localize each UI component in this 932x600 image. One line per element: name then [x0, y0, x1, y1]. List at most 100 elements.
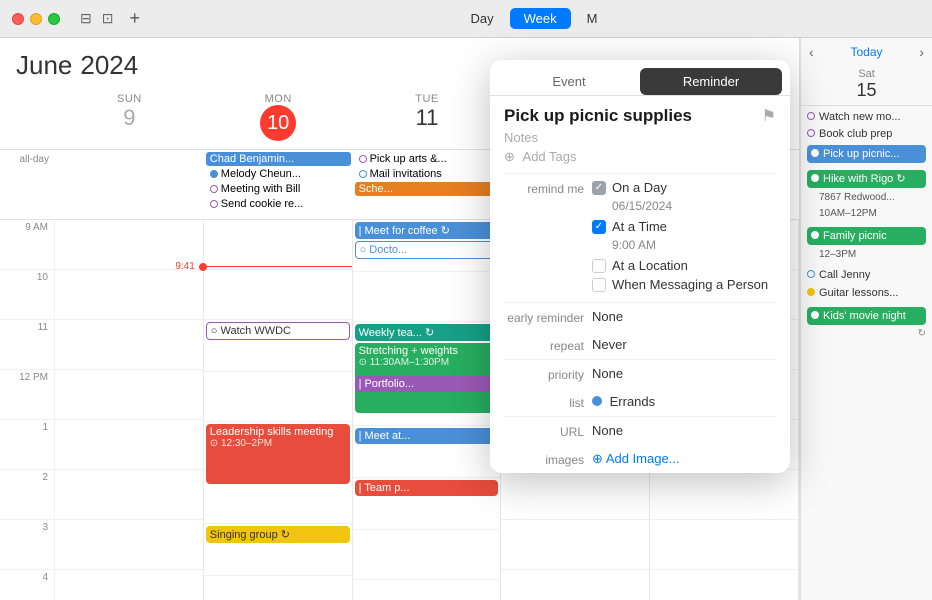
event-send-cookie[interactable]: Send cookie re... — [206, 197, 351, 211]
thu-2pm-cell — [650, 470, 798, 520]
when-messaging-row: When Messaging a Person — [592, 277, 776, 292]
url-label: URL — [504, 423, 584, 439]
add-button[interactable]: + — [129, 8, 140, 29]
early-reminder-value[interactable]: None — [592, 309, 776, 324]
inbox-icon[interactable]: ⊡ — [102, 10, 114, 27]
event-leadership[interactable]: Leadership skills meeting ⊙ 12:30–2PM — [206, 424, 350, 484]
popup-title: Pick up picnic supplies — [504, 106, 692, 126]
tue-2pm-cell: | Team p... — [353, 480, 501, 530]
tue-1pm-cell: | Meet at... — [353, 428, 501, 478]
time-12pm: 12 PM — [0, 370, 54, 420]
images-value[interactable]: ⊕ Add Image... — [592, 451, 776, 467]
sun-1pm-cell — [55, 420, 203, 470]
right-event-book-club[interactable]: Book club prep — [807, 127, 926, 141]
list-color-dot — [592, 396, 602, 406]
right-event-watch-new[interactable]: Watch new mo... — [807, 110, 926, 124]
event-meet-at[interactable]: | Meet at... — [355, 428, 499, 444]
calendar-month: June — [16, 50, 72, 81]
add-image-icon: ⊕ — [592, 451, 603, 466]
event-meet-coffee[interactable]: | Meet for coffee ↻ — [355, 222, 499, 239]
time-11: 11 — [0, 320, 54, 370]
popup-repeat-row: repeat Never — [490, 331, 790, 359]
event-weekly-tea[interactable]: Weekly tea... ↻ — [355, 324, 499, 341]
right-panel: ‹ Today › Sat 15 Watch new mo... Book cl… — [800, 38, 932, 600]
popup-tabs: Event Reminder — [490, 60, 790, 96]
tue-11am-cell: Weekly tea... ↻ Stretching + weights ⊙ 1… — [353, 324, 501, 374]
popup-tab-event[interactable]: Event — [498, 68, 640, 95]
right-event-pick-up-picnic[interactable]: Pick up picnic... — [807, 145, 926, 163]
current-time-label: 9:41 — [149, 261, 199, 272]
event-mail-invitations[interactable]: Mail invitations — [355, 167, 500, 181]
list-label: list — [504, 394, 584, 410]
event-meeting-bill[interactable]: Meeting with Bill — [206, 182, 351, 196]
at-a-time-checkbox[interactable]: ✓ — [592, 220, 606, 234]
remind-me-content: ✓ On a Day 06/15/2024 ✓ At a Time 9:00 A… — [592, 180, 776, 296]
right-day-header: Sat 15 — [801, 66, 932, 106]
right-event-kids-movie[interactable]: Kids' movie night — [807, 307, 926, 325]
right-event-family-picnic[interactable]: Family picnic — [807, 227, 926, 245]
list-value[interactable]: Errands — [592, 394, 776, 409]
calendar-year: 2024 — [80, 50, 138, 81]
tab-day[interactable]: Day — [457, 8, 508, 29]
event-pick-up-arts[interactable]: Pick up arts &... — [355, 152, 500, 166]
popup-images-row: images ⊕ Add Image... — [490, 445, 790, 473]
popup-tab-reminder[interactable]: Reminder — [640, 68, 782, 95]
time-3: 3 — [0, 520, 54, 570]
tab-week[interactable]: Week — [510, 8, 571, 29]
tue-10am-cell — [353, 272, 501, 322]
next-button[interactable]: › — [919, 44, 924, 60]
flag-button[interactable]: ⚑ — [762, 106, 776, 126]
mini-nav: ‹ Today › — [801, 38, 932, 66]
time-10: 10 — [0, 270, 54, 320]
popup-notes[interactable]: Notes — [490, 130, 790, 149]
minimize-button[interactable] — [30, 13, 42, 25]
at-a-location-checkbox[interactable] — [592, 259, 606, 273]
toolbar-icons: ⊟ ⊡ — [80, 10, 113, 27]
repeat-value[interactable]: Never — [592, 337, 776, 352]
when-messaging-checkbox[interactable] — [592, 278, 606, 292]
mon-3pm-cell: Singing group ↻ — [204, 526, 352, 576]
right-event-guitar-lessons[interactable]: Guitar lessons... — [807, 286, 926, 300]
event-melody-cheun[interactable]: Melody Cheun... — [206, 167, 351, 181]
dot-icon — [811, 149, 819, 157]
sun-10am-cell — [55, 270, 203, 320]
mon-4pm-cell — [204, 576, 352, 600]
tab-month[interactable]: M — [573, 8, 612, 29]
priority-value[interactable]: None — [592, 366, 776, 381]
sidebar-icon[interactable]: ⊟ — [80, 10, 92, 27]
dot-icon — [210, 185, 218, 193]
time-2: 2 — [0, 470, 54, 520]
event-chad-benjamin[interactable]: Chad Benjamin... — [206, 152, 351, 166]
on-a-day-label: On a Day — [612, 180, 667, 195]
event-sche[interactable]: Sche... — [355, 182, 500, 196]
at-a-time-row: ✓ At a Time — [592, 219, 776, 234]
when-messaging-label: When Messaging a Person — [612, 277, 768, 292]
event-doctor[interactable]: ○ Docto... — [355, 241, 499, 259]
popup-url-row: URL None — [490, 417, 790, 445]
dot-icon — [807, 129, 815, 137]
today-button[interactable]: Today — [850, 45, 882, 59]
popup-early-reminder-row: early reminder None — [490, 303, 790, 331]
event-portfolio[interactable]: | Portfolio... — [355, 376, 499, 392]
event-watch-wwdc[interactable]: ○ Watch WWDC — [206, 322, 350, 340]
event-team-p[interactable]: | Team p... — [355, 480, 499, 496]
right-event-hike-rigo[interactable]: Hike with Rigo ↻ — [807, 170, 926, 188]
url-value[interactable]: None — [592, 423, 776, 438]
sun-3pm-cell — [55, 520, 203, 570]
time-9am: 9 AM — [0, 220, 54, 270]
current-time-bar: 9:41 — [149, 261, 352, 272]
dot-icon — [807, 288, 815, 296]
reminder-popup: Event Reminder Pick up picnic supplies ⚑… — [490, 60, 790, 473]
close-button[interactable] — [12, 13, 24, 25]
mon-12pm-cell — [204, 372, 352, 422]
sun-11am-cell — [55, 320, 203, 370]
prev-button[interactable]: ‹ — [809, 44, 814, 60]
time-labels-col: 9 AM 10 11 12 PM 1 2 3 4 5 6 — [0, 220, 55, 600]
event-singing-group[interactable]: Singing group ↻ — [206, 526, 350, 543]
on-a-day-checkbox[interactable]: ✓ — [592, 181, 606, 195]
maximize-button[interactable] — [48, 13, 60, 25]
current-time-line — [207, 266, 352, 268]
right-event-call-jenny[interactable]: Call Jenny — [807, 268, 926, 282]
thu-4pm-cell — [650, 570, 798, 600]
right-event-hike-time: 10AM–12PM — [807, 207, 926, 220]
